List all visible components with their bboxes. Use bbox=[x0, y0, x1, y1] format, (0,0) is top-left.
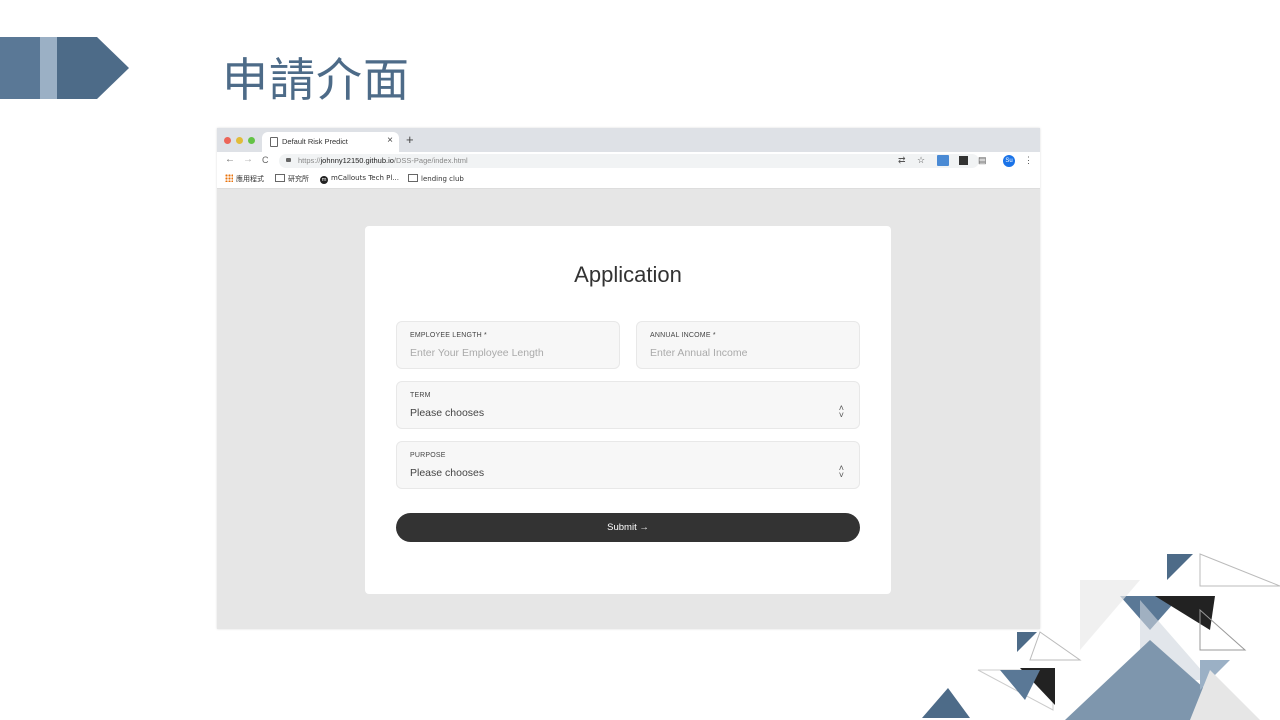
page-icon bbox=[270, 137, 278, 147]
field-placeholder: Enter Annual Income bbox=[650, 347, 748, 359]
reader-icon[interactable]: ▤ bbox=[978, 155, 987, 166]
maximize-window-button[interactable] bbox=[248, 137, 255, 144]
profile-avatar[interactable]: Su bbox=[1003, 155, 1015, 167]
site-icon: m bbox=[320, 176, 328, 184]
menu-icon[interactable]: ⋮ bbox=[1024, 155, 1033, 166]
minimize-window-button[interactable] bbox=[236, 137, 243, 144]
folder-icon bbox=[275, 174, 285, 182]
submit-button[interactable]: Submit → bbox=[396, 513, 860, 542]
header-decoration-bar bbox=[0, 37, 40, 99]
field-label: PURPOSE bbox=[410, 452, 446, 459]
updown-chevron-icon: ˄ ˅ bbox=[838, 403, 844, 420]
term-select[interactable]: TERM Please chooses ˄ ˅ bbox=[396, 381, 860, 429]
folder-icon bbox=[408, 174, 418, 182]
updown-chevron-icon: ˄ ˅ bbox=[838, 463, 844, 480]
form-title: Application bbox=[574, 262, 682, 287]
apps-icon bbox=[225, 174, 233, 182]
lock-icon bbox=[286, 158, 291, 162]
extension-new-icon[interactable] bbox=[937, 155, 949, 166]
bookmark-mcallouts[interactable]: m mCallouts Tech Pl... bbox=[320, 174, 399, 184]
slide-title: 申請介面 bbox=[222, 53, 410, 107]
star-icon[interactable]: ☆ bbox=[917, 155, 925, 166]
back-icon[interactable]: ← bbox=[225, 154, 235, 165]
field-label: TERM bbox=[410, 392, 431, 399]
extension-icon[interactable] bbox=[959, 156, 968, 165]
header-decoration-bar-light bbox=[40, 37, 57, 99]
bookmark-folder[interactable]: lending club bbox=[408, 174, 464, 183]
field-placeholder: Enter Your Employee Length bbox=[410, 347, 544, 359]
employee-length-field[interactable]: EMPLOYEE LENGTH * Enter Your Employee Le… bbox=[396, 321, 620, 369]
triangle-decoration bbox=[922, 553, 1280, 720]
browser-tab[interactable]: Default Risk Predict × bbox=[262, 132, 399, 152]
address-row: ← → C https://johnny12150.github.io/DSS-… bbox=[217, 152, 1040, 170]
select-value: Please chooses bbox=[410, 407, 485, 419]
bookmark-folder[interactable]: 研究所 bbox=[275, 174, 309, 184]
field-label: EMPLOYEE LENGTH * bbox=[410, 332, 487, 339]
header-arrow-shape bbox=[57, 37, 129, 99]
close-window-button[interactable] bbox=[224, 137, 231, 144]
bookmarks-bar: 應用程式 研究所 m mCallouts Tech Pl... lending c… bbox=[217, 170, 1040, 189]
application-card: Application EMPLOYEE LENGTH * Enter Your… bbox=[365, 226, 891, 594]
reload-icon[interactable]: C bbox=[262, 155, 269, 165]
url-text: https://johnny12150.github.io/DSS-Page/i… bbox=[298, 156, 468, 165]
bookmark-apps[interactable]: 應用程式 bbox=[225, 174, 264, 184]
forward-icon[interactable]: → bbox=[243, 154, 253, 165]
tab-bar: Default Risk Predict × + bbox=[217, 128, 1040, 152]
address-bar[interactable]: https://johnny12150.github.io/DSS-Page/i… bbox=[279, 154, 979, 168]
translate-icon[interactable]: ⇄ bbox=[898, 155, 906, 166]
close-tab-icon[interactable]: × bbox=[387, 135, 393, 146]
annual-income-field[interactable]: ANNUAL INCOME * Enter Annual Income bbox=[636, 321, 860, 369]
field-label: ANNUAL INCOME * bbox=[650, 332, 716, 339]
purpose-select[interactable]: PURPOSE Please chooses ˄ ˅ bbox=[396, 441, 860, 489]
tab-title: Default Risk Predict bbox=[282, 137, 348, 146]
new-tab-button[interactable]: + bbox=[406, 133, 414, 146]
select-value: Please chooses bbox=[410, 467, 485, 479]
